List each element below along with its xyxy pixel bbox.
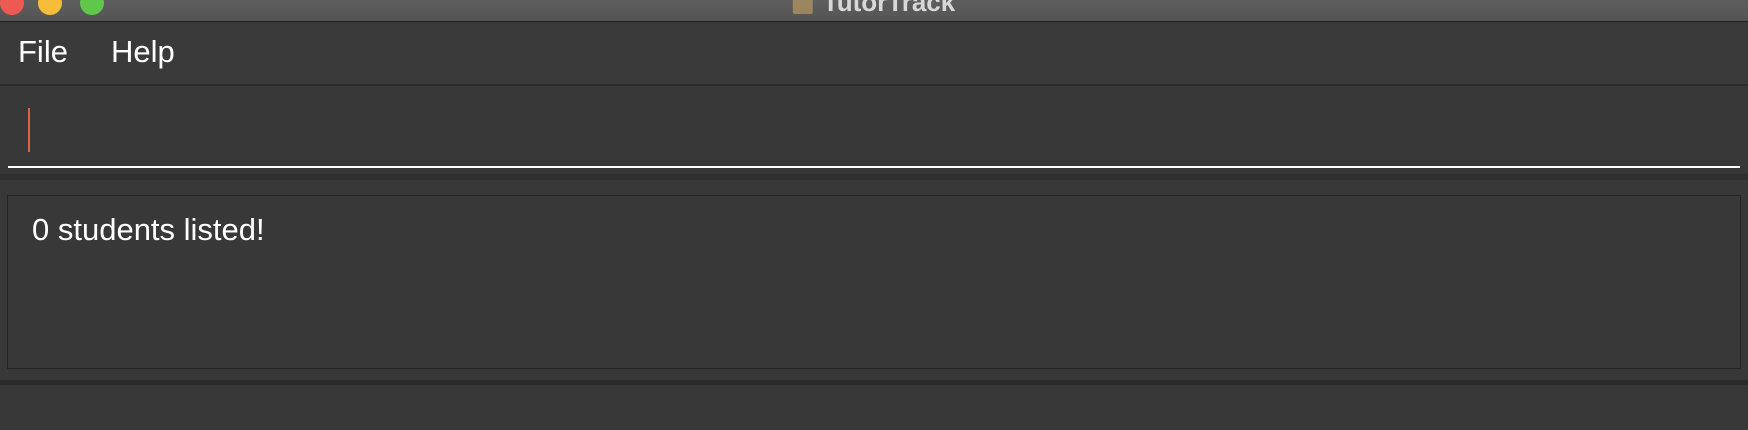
minimize-window-icon[interactable]	[38, 0, 62, 15]
result-message: 0 students listed!	[32, 212, 265, 247]
menu-bar: File Help	[0, 22, 1748, 86]
zoom-window-icon[interactable]	[80, 0, 104, 15]
close-window-icon[interactable]	[0, 0, 24, 15]
menu-file[interactable]: File	[18, 34, 68, 70]
document-icon	[792, 0, 813, 14]
app-window: TutorTrack File Help 0 students listed!	[0, 0, 1748, 430]
result-display[interactable]: 0 students listed!	[7, 195, 1741, 369]
status-bar	[0, 385, 1748, 430]
menu-help[interactable]: Help	[111, 34, 175, 70]
command-input[interactable]	[8, 96, 1740, 166]
command-box[interactable]	[8, 96, 1740, 168]
command-panel	[0, 88, 1748, 180]
window-title-group: TutorTrack	[792, 0, 956, 17]
window-title: TutorTrack	[822, 0, 956, 17]
text-caret	[28, 108, 30, 152]
result-panel: 0 students listed!	[0, 186, 1748, 380]
title-bar[interactable]: TutorTrack	[0, 0, 1748, 22]
